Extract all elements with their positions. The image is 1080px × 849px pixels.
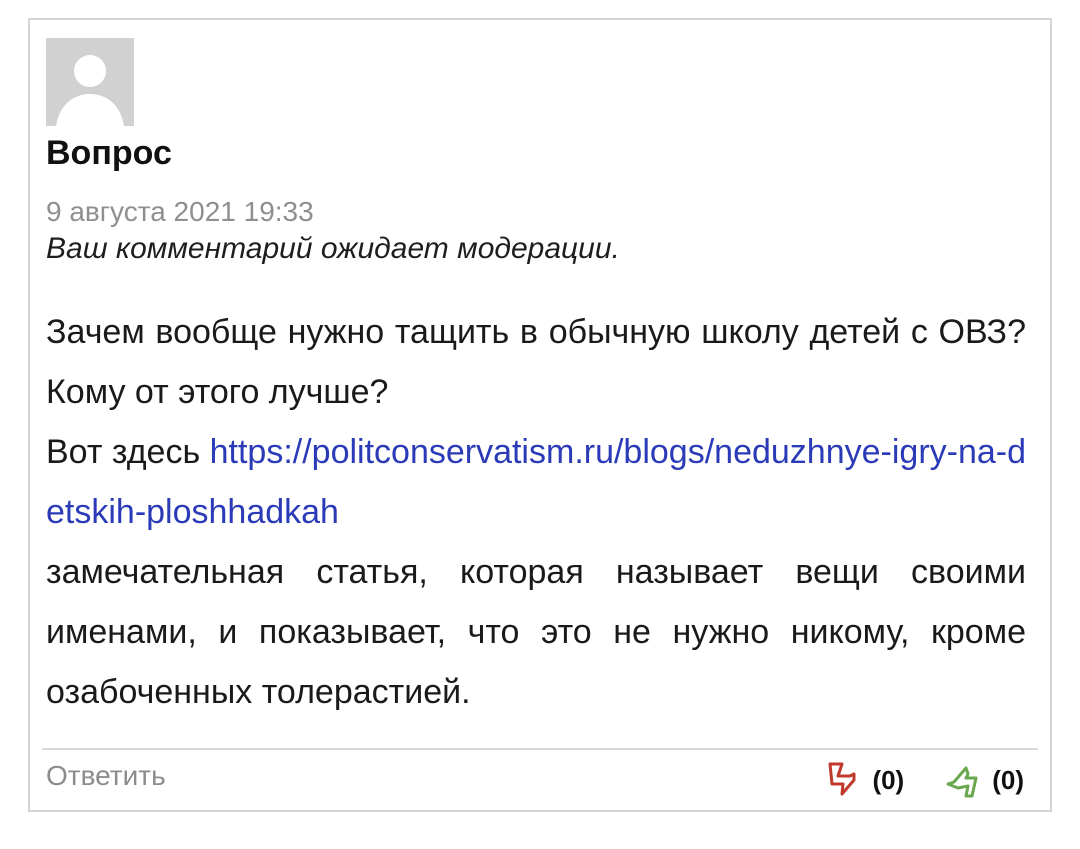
thumbs-down-icon — [828, 762, 856, 796]
dislike-button[interactable]: (0) — [824, 760, 904, 800]
reply-link[interactable]: Ответить — [46, 760, 166, 792]
moderation-note: Ваш комментарий ожидает модерации. — [46, 232, 620, 265]
vote-bar: (0) (0) — [784, 760, 1024, 800]
avatar — [46, 38, 134, 126]
divider — [42, 748, 1038, 750]
dislike-count: (0) — [872, 764, 905, 795]
like-button[interactable]: (0) — [944, 760, 1024, 800]
comment-card: Вопрос 9 августа 2021 19:33 Ваш коммента… — [28, 18, 1052, 812]
thumbs-up-icon — [946, 766, 978, 798]
comment-author: Вопрос — [46, 134, 172, 172]
comment-link-line: Вот здесь https://politconservatism.ru/b… — [46, 422, 1026, 542]
like-count: (0) — [992, 764, 1024, 795]
default-avatar-icon — [46, 38, 134, 126]
comment-date: 9 августа 2021 19:33 — [46, 196, 314, 227]
comment-body: Зачем вообще нужно тащить в обычную школ… — [46, 302, 1026, 722]
comment-paragraph: Зачем вообще нужно тащить в обычную школ… — [46, 313, 1026, 411]
link-prefix: Вот здесь — [46, 433, 210, 471]
comment-paragraph: замечательная статья, которая называет в… — [46, 553, 1026, 711]
